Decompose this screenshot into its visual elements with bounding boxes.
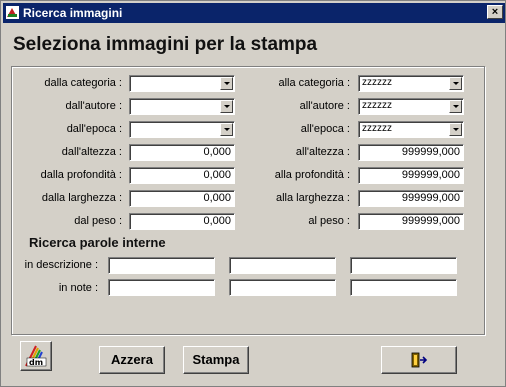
from-epoch-label: dall'epoca : (66, 123, 122, 135)
to-epoch-select[interactable]: zzzzzz (358, 121, 464, 138)
chevron-down-icon[interactable] (449, 100, 462, 113)
from-width-field[interactable]: 0,000 (129, 190, 235, 207)
notes-field-3[interactable] (350, 279, 457, 296)
from-height-label: dall'altezza : (61, 146, 122, 158)
description-field-3[interactable] (350, 257, 457, 274)
from-height-field[interactable]: 0,000 (129, 144, 235, 161)
from-author-label: dall'autore : (65, 100, 122, 112)
chevron-down-icon[interactable] (220, 100, 233, 113)
to-depth-label: alla profondità : (274, 169, 350, 181)
page-title: Seleziona immagini per la stampa (13, 34, 318, 55)
to-weight-label: al peso : (308, 215, 350, 227)
exit-door-icon (411, 352, 428, 368)
to-epoch-label: all'epoca : (300, 123, 350, 135)
chevron-down-icon[interactable] (220, 77, 233, 90)
from-category-label: dalla categoria : (44, 77, 122, 89)
close-button[interactable]: × (487, 5, 503, 19)
dm-logo-icon: dm (25, 345, 47, 367)
to-category-label: alla categoria : (278, 77, 350, 89)
to-author-select[interactable]: zzzzzz (358, 98, 464, 115)
to-depth-field[interactable]: 999999,000 (358, 167, 464, 184)
from-depth-label: dalla profondità : (40, 169, 122, 181)
title-bar: Ricerca immagini × (3, 3, 505, 23)
search-images-window: Ricerca immagini × Seleziona immagini pe… (0, 0, 506, 387)
to-width-field[interactable]: 999999,000 (358, 190, 464, 207)
notes-field-2[interactable] (229, 279, 336, 296)
description-field-2[interactable] (229, 257, 336, 274)
chevron-down-icon[interactable] (449, 123, 462, 136)
from-author-select[interactable] (129, 98, 235, 115)
chevron-down-icon[interactable] (220, 123, 233, 136)
keyword-search-title: Ricerca parole interne (29, 235, 166, 250)
from-weight-field[interactable]: 0,000 (129, 213, 235, 230)
description-label: in descrizione : (24, 259, 98, 271)
from-width-label: dalla larghezza : (41, 192, 122, 204)
app-icon (6, 6, 19, 19)
notes-label: in note : (58, 282, 98, 294)
dm-logo-button[interactable]: dm (20, 341, 52, 371)
to-weight-field[interactable]: 999999,000 (358, 213, 464, 230)
to-category-select[interactable]: zzzzzz (358, 75, 464, 92)
from-depth-field[interactable]: 0,000 (129, 167, 235, 184)
svg-text:dm: dm (29, 358, 43, 367)
to-width-label: alla larghezza : (276, 192, 350, 204)
from-category-select[interactable] (129, 75, 235, 92)
exit-button[interactable] (381, 346, 457, 374)
description-field-1[interactable] (108, 257, 215, 274)
from-weight-label: dal peso : (74, 215, 122, 227)
chevron-down-icon[interactable] (449, 77, 462, 90)
window-title: Ricerca immagini (23, 6, 123, 20)
to-author-label: all'autore : (299, 100, 350, 112)
reset-button[interactable]: Azzera (99, 346, 165, 374)
to-height-label: all'altezza : (295, 146, 350, 158)
to-height-field[interactable]: 999999,000 (358, 144, 464, 161)
notes-field-1[interactable] (108, 279, 215, 296)
print-button[interactable]: Stampa (183, 346, 249, 374)
from-epoch-select[interactable] (129, 121, 235, 138)
